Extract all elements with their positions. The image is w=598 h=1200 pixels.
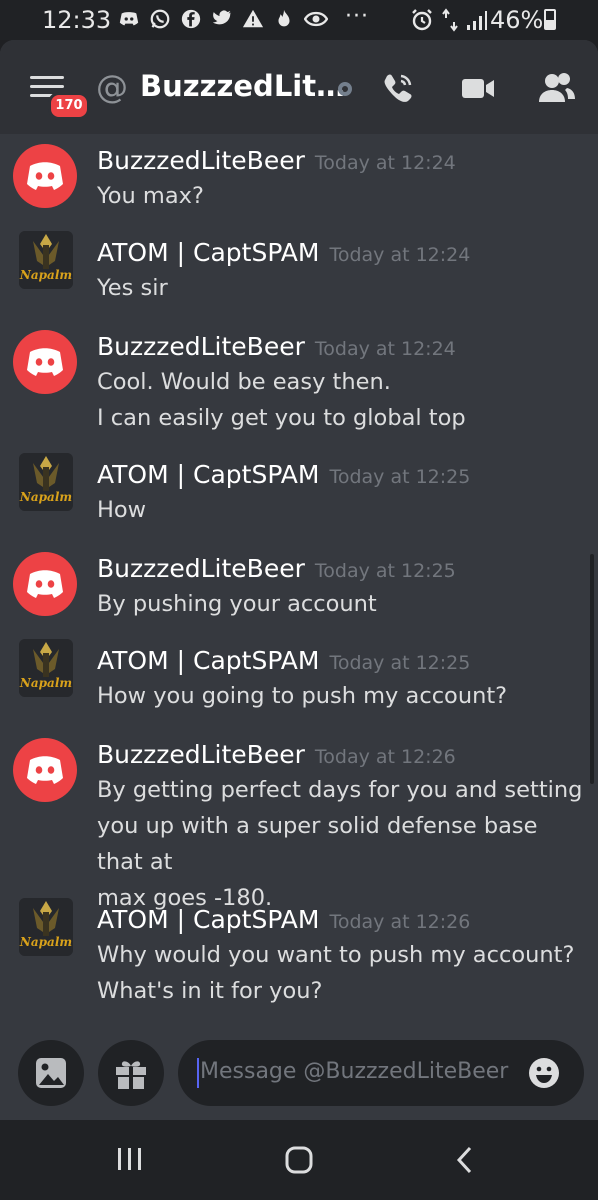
svg-text:Napalm: Napalm bbox=[19, 268, 72, 282]
voice-call-icon[interactable] bbox=[380, 70, 416, 106]
message-timestamp: Today at 12:25 bbox=[314, 560, 456, 582]
more-notifications-indicator: ··· bbox=[345, 4, 369, 29]
at-icon: @ bbox=[96, 68, 128, 106]
channel-title[interactable]: BuzzzedLit… bbox=[140, 69, 345, 103]
battery-percent: 46% bbox=[490, 6, 544, 34]
avatar[interactable]: Napalm bbox=[19, 453, 73, 511]
message-author[interactable]: ATOM | CaptSPAM Today at 12:25 bbox=[97, 646, 470, 675]
svg-text:Napalm: Napalm bbox=[19, 676, 72, 690]
message-body: How you going to push my account? bbox=[97, 678, 587, 714]
scrollbar[interactable] bbox=[590, 554, 594, 784]
message-timestamp: Today at 12:24 bbox=[314, 152, 456, 174]
system-navigation-bar bbox=[0, 1120, 598, 1200]
emoji-icon[interactable] bbox=[528, 1057, 560, 1089]
avatar[interactable] bbox=[13, 330, 77, 394]
message-author[interactable]: BuzzzedLiteBeer Today at 12:24 bbox=[97, 332, 456, 361]
recent-apps-icon[interactable] bbox=[115, 1146, 145, 1176]
author-name[interactable]: BuzzzedLiteBeer bbox=[97, 146, 305, 175]
author-name[interactable]: BuzzzedLiteBeer bbox=[97, 554, 305, 583]
alarm-icon bbox=[410, 8, 434, 38]
message-timestamp: Today at 12:24 bbox=[314, 338, 456, 360]
message-line: Yes sir bbox=[97, 275, 168, 301]
signal-icon bbox=[466, 9, 488, 37]
message-line: Cool. Would be easy then. bbox=[97, 369, 391, 395]
home-icon[interactable] bbox=[284, 1145, 314, 1179]
svg-text:Napalm: Napalm bbox=[19, 935, 72, 949]
message-body: Yes sir bbox=[97, 270, 587, 306]
attach-image-button[interactable] bbox=[18, 1040, 84, 1106]
avatar[interactable] bbox=[13, 144, 77, 208]
members-icon[interactable] bbox=[538, 70, 575, 106]
message-body: Why would you want to push my account? W… bbox=[97, 937, 587, 1009]
whatsapp-icon bbox=[149, 8, 170, 29]
data-transfer-icon bbox=[442, 8, 458, 38]
message-body: By pushing your account bbox=[97, 586, 587, 622]
message-timestamp: Today at 12:26 bbox=[314, 746, 456, 768]
warning-icon bbox=[242, 8, 264, 29]
message-input-placeholder: Message @BuzzzedLiteBeer bbox=[200, 1059, 509, 1084]
channel-header: 170 @ BuzzzedLit… bbox=[0, 40, 598, 134]
author-name[interactable]: ATOM | CaptSPAM bbox=[97, 905, 319, 934]
message-composer: Message @BuzzzedLiteBeer bbox=[0, 1036, 598, 1120]
message-line: How you going to push my account? bbox=[97, 683, 508, 709]
author-name[interactable]: ATOM | CaptSPAM bbox=[97, 646, 319, 675]
message-body: Cool. Would be easy then. I can easily g… bbox=[97, 364, 587, 436]
back-icon[interactable] bbox=[454, 1145, 476, 1179]
video-call-icon[interactable] bbox=[460, 70, 496, 106]
message-line: By getting perfect days for you and sett… bbox=[97, 777, 583, 803]
message-line: What's in it for you? bbox=[97, 978, 323, 1004]
message-author[interactable]: ATOM | CaptSPAM Today at 12:24 bbox=[97, 238, 470, 267]
author-name[interactable]: ATOM | CaptSPAM bbox=[97, 238, 319, 267]
message-line: Why would you want to push my account? bbox=[97, 942, 575, 968]
text-cursor bbox=[197, 1058, 199, 1088]
message-timestamp: Today at 12:25 bbox=[329, 466, 471, 488]
message-line: you up with a super solid defense base t… bbox=[97, 813, 538, 875]
message-timestamp: Today at 12:25 bbox=[329, 652, 471, 674]
unread-badge: 170 bbox=[48, 92, 90, 120]
avatar[interactable] bbox=[13, 552, 77, 616]
author-name[interactable]: BuzzzedLiteBeer bbox=[97, 332, 305, 361]
system-icons bbox=[410, 8, 488, 38]
message-body: By getting perfect days for you and sett… bbox=[97, 772, 587, 916]
message-author[interactable]: BuzzzedLiteBeer Today at 12:26 bbox=[97, 740, 456, 769]
battery-icon bbox=[544, 9, 556, 30]
message-body: How bbox=[97, 492, 587, 528]
status-bar: 12:33 ··· 46% bbox=[0, 0, 598, 40]
message-input[interactable]: Message @BuzzzedLiteBeer bbox=[178, 1040, 584, 1106]
discord-dm-screen: 170 @ BuzzzedLit… BuzzzedLiteBeer Today a… bbox=[0, 40, 598, 1120]
fire-icon bbox=[273, 8, 294, 29]
message-author[interactable]: ATOM | CaptSPAM Today at 12:25 bbox=[97, 460, 470, 489]
facebook-icon bbox=[180, 8, 201, 29]
message-body: You max? bbox=[97, 178, 587, 214]
gift-button[interactable] bbox=[98, 1040, 164, 1106]
discord-icon bbox=[118, 8, 139, 29]
message-line: You max? bbox=[97, 183, 204, 209]
message-line: How bbox=[97, 497, 147, 523]
svg-text:Napalm: Napalm bbox=[19, 490, 72, 504]
message-line: By pushing your account bbox=[97, 591, 377, 617]
avatar[interactable]: Napalm bbox=[19, 231, 73, 289]
message-line: I can easily get you to global top bbox=[97, 405, 466, 431]
message-timestamp: Today at 12:26 bbox=[329, 911, 471, 933]
message-author[interactable]: BuzzzedLiteBeer Today at 12:24 bbox=[97, 146, 456, 175]
eye-icon bbox=[303, 8, 329, 29]
clock: 12:33 bbox=[42, 6, 112, 34]
author-name[interactable]: BuzzzedLiteBeer bbox=[97, 740, 305, 769]
message-author[interactable]: ATOM | CaptSPAM Today at 12:26 bbox=[97, 905, 470, 934]
message-timestamp: Today at 12:24 bbox=[329, 244, 471, 266]
avatar[interactable] bbox=[13, 738, 77, 802]
avatar[interactable]: Napalm bbox=[19, 898, 73, 956]
notification-icons bbox=[118, 8, 329, 29]
offline-status-icon bbox=[338, 82, 352, 96]
twitter-icon bbox=[211, 8, 232, 29]
avatar[interactable]: Napalm bbox=[19, 639, 73, 697]
message-author[interactable]: BuzzzedLiteBeer Today at 12:25 bbox=[97, 554, 456, 583]
author-name[interactable]: ATOM | CaptSPAM bbox=[97, 460, 319, 489]
